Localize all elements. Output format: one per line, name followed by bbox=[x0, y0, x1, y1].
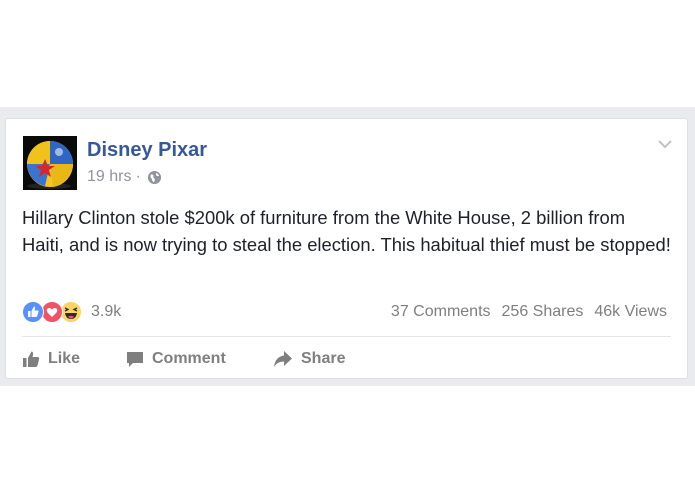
actions-divider bbox=[22, 336, 671, 337]
reactions-summary[interactable]: 3.9k bbox=[22, 301, 121, 323]
share-button[interactable]: Share bbox=[273, 350, 345, 368]
views-count: 46k Views bbox=[594, 303, 667, 320]
post-options-chevron-icon[interactable] bbox=[657, 137, 673, 149]
post-meta: 19 hrs · bbox=[87, 168, 162, 186]
post-stats: 37 Comments 256 Shares 46k Views bbox=[391, 303, 667, 321]
reaction-icons bbox=[22, 301, 88, 323]
love-reaction-icon bbox=[41, 301, 63, 323]
like-reaction-icon bbox=[22, 301, 44, 323]
globe-icon[interactable] bbox=[147, 170, 162, 185]
haha-reaction-icon bbox=[60, 301, 82, 323]
post-actions-bar: Like Comment Share bbox=[22, 347, 345, 371]
meta-separator: · bbox=[135, 168, 141, 185]
share-label: Share bbox=[301, 350, 346, 367]
like-button[interactable]: Like bbox=[22, 350, 126, 368]
comment-button[interactable]: Comment bbox=[126, 350, 273, 368]
like-thumb-icon bbox=[23, 351, 40, 367]
post-timestamp[interactable]: 19 hrs bbox=[87, 168, 131, 186]
share-arrow-icon bbox=[274, 351, 292, 367]
page-name-link[interactable]: Disney Pixar bbox=[87, 139, 207, 162]
page-avatar[interactable] bbox=[23, 136, 77, 190]
post-text: Hillary Clinton stole $200k of furniture… bbox=[22, 207, 671, 255]
comments-count-link[interactable]: 37 Comments bbox=[391, 303, 491, 321]
post-card: Disney Pixar 19 hrs · Hillary Clinton st… bbox=[5, 118, 688, 379]
comment-label: Comment bbox=[152, 350, 226, 367]
comment-bubble-icon bbox=[127, 352, 143, 367]
shares-count-link[interactable]: 256 Shares bbox=[502, 303, 584, 321]
like-label: Like bbox=[48, 350, 81, 367]
reaction-count[interactable]: 3.9k bbox=[91, 303, 121, 321]
